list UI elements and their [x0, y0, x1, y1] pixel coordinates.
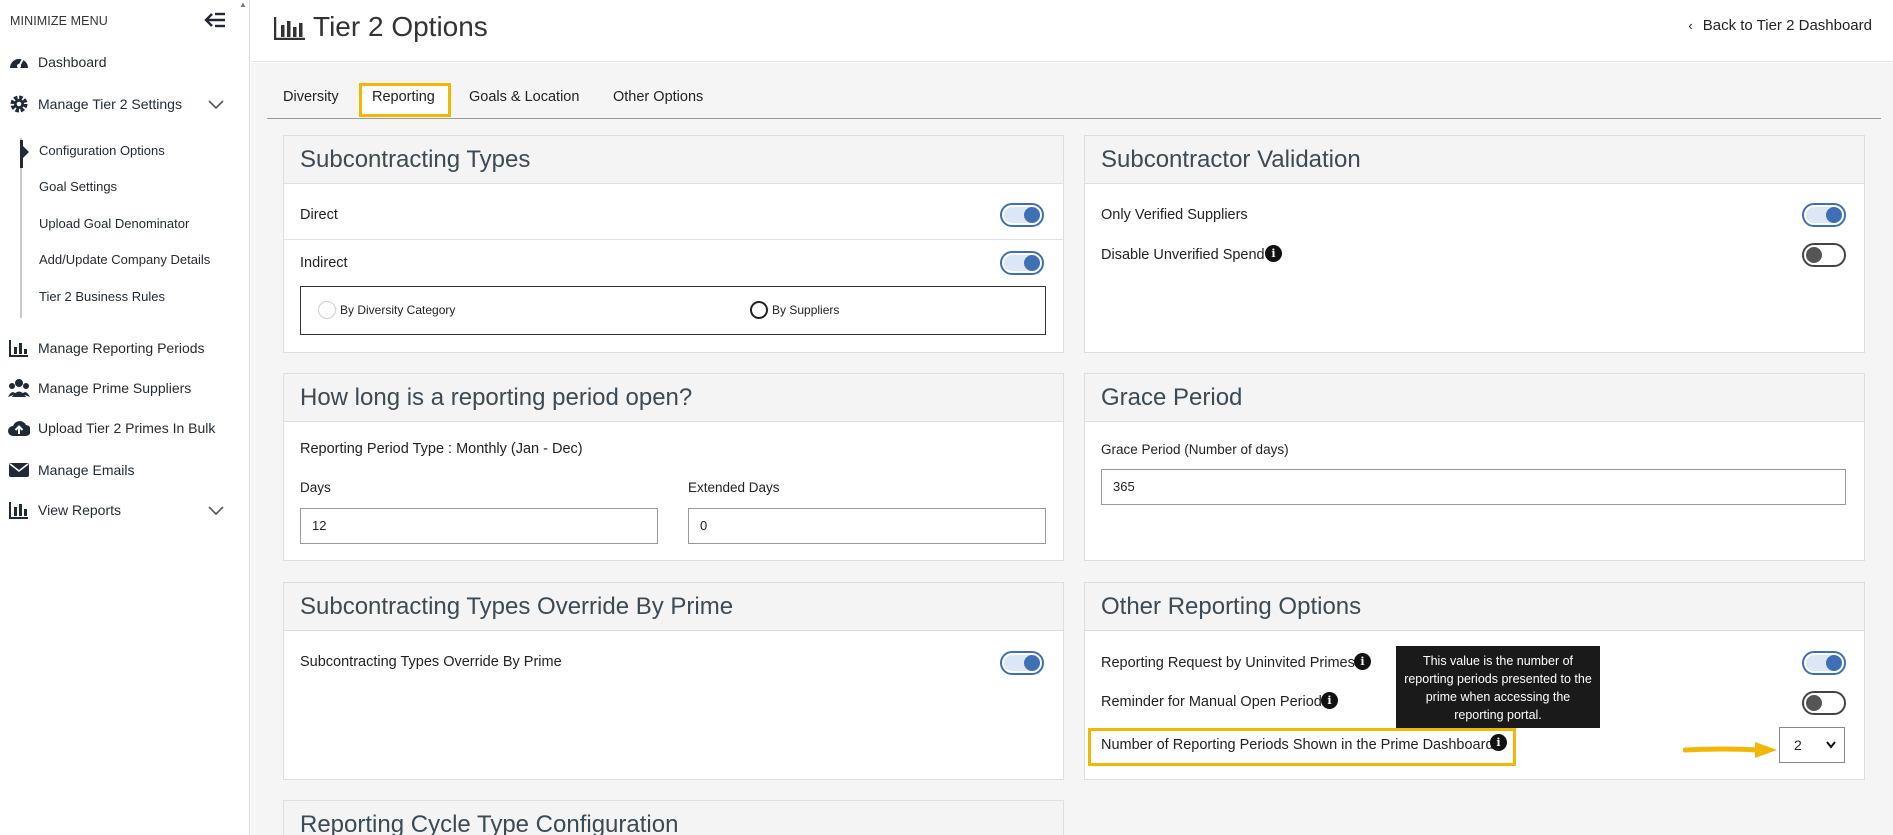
chevron-down-icon[interactable]	[208, 100, 224, 110]
collapse-menu-icon[interactable]	[203, 11, 227, 29]
panel-title: Grace Period	[1085, 374, 1864, 422]
sidebar: ▲ MINIMIZE MENU Dashboard Manage Tier 2 …	[0, 0, 250, 835]
override-panel: Subcontracting Types Override By Prime	[283, 582, 1064, 780]
sidebar-item-upload-primes[interactable]: Upload Tier 2 Primes In Bulk	[8, 418, 215, 438]
panel-title: Other Reporting Options	[1085, 583, 1864, 631]
sidebar-item-label: View Reports	[38, 502, 122, 518]
panel-title: How long is a reporting period open?	[284, 374, 1063, 422]
radio-by-diversity-category-label: By Diversity Category	[340, 303, 456, 317]
gear-icon	[8, 94, 30, 114]
tooltip: This value is the number of reporting pe…	[1396, 646, 1600, 728]
sidebar-item-label: Manage Emails	[38, 462, 135, 478]
submenu-item-upload-goal-denominator[interactable]: Upload Goal Denominator	[39, 216, 189, 231]
reporting-cycle-panel: Reporting Cycle Type Configuration	[283, 800, 1064, 835]
disable-unverified-toggle[interactable]	[1802, 243, 1846, 267]
indirect-label: Indirect	[300, 255, 348, 271]
info-icon[interactable]: i	[1490, 734, 1507, 751]
arrow-right-icon	[1683, 742, 1777, 758]
tab-other-options[interactable]: Other Options	[613, 89, 703, 105]
grace-period-panel: Grace Period	[1084, 373, 1865, 561]
info-icon[interactable]: i	[1354, 653, 1371, 670]
chevron-left-icon: ‹	[1688, 18, 1693, 33]
chevron-down-icon[interactable]	[208, 506, 224, 516]
panel-title: Subcontracting Types	[284, 136, 1063, 184]
days-label: Days	[300, 480, 331, 495]
submenu-item-company-details[interactable]: Add/Update Company Details	[39, 252, 210, 267]
sidebar-item-manage-tier2-settings[interactable]: Manage Tier 2 Settings	[8, 94, 182, 114]
back-link-label: Back to Tier 2 Dashboard	[1702, 17, 1872, 34]
override-toggle[interactable]	[1000, 651, 1044, 675]
periods-shown-select[interactable]: 2	[1779, 727, 1845, 763]
sidebar-item-manage-emails[interactable]: Manage Emails	[8, 460, 135, 480]
people-group-icon	[8, 378, 30, 398]
sidebar-item-view-reports[interactable]: View Reports	[8, 500, 121, 520]
extended-days-input[interactable]: 0	[688, 508, 1046, 544]
panel-title: Reporting Cycle Type Configuration	[284, 801, 1063, 835]
grace-period-input[interactable]: 365	[1101, 469, 1846, 505]
override-label: Subcontracting Types Override By Prime	[300, 654, 562, 670]
submenu-item-business-rules[interactable]: Tier 2 Business Rules	[39, 289, 165, 304]
sidebar-item-label: Manage Prime Suppliers	[38, 380, 192, 396]
uninvited-primes-toggle[interactable]	[1802, 651, 1846, 675]
extended-days-label: Extended Days	[688, 480, 780, 495]
page-header	[251, 0, 1893, 62]
reporting-period-type-text: Reporting Period Type : Monthly (Jan - D…	[300, 441, 583, 457]
bar-chart-icon	[8, 338, 30, 358]
manual-open-reminder-label: Reminder for Manual Open Period	[1101, 694, 1322, 710]
manual-open-reminder-toggle[interactable]	[1802, 691, 1846, 715]
subcontractor-validation-panel: Subcontractor Validation	[1084, 135, 1865, 353]
dashboard-gauge-icon	[8, 52, 30, 72]
indirect-toggle[interactable]	[1000, 251, 1044, 275]
scroll-up-icon[interactable]: ▲	[239, 0, 247, 9]
submenu-active-pointer	[23, 146, 29, 158]
sidebar-item-manage-reporting-periods[interactable]: Manage Reporting Periods	[8, 338, 205, 358]
tab-goals-location[interactable]: Goals & Location	[469, 89, 579, 105]
radio-by-diversity-category[interactable]	[318, 301, 336, 319]
radio-by-suppliers[interactable]	[750, 301, 768, 319]
tab-diversity[interactable]: Diversity	[283, 89, 339, 105]
radio-by-suppliers-label: By Suppliers	[772, 303, 840, 317]
back-to-dashboard-link[interactable]: ‹ Back to Tier 2 Dashboard	[1688, 17, 1872, 34]
panel-title: Subcontracting Types Override By Prime	[284, 583, 1063, 631]
sidebar-item-label: Dashboard	[38, 54, 107, 70]
tab-reporting[interactable]: Reporting	[372, 89, 435, 105]
days-input[interactable]: 12	[300, 508, 658, 544]
only-verified-label: Only Verified Suppliers	[1101, 207, 1248, 223]
direct-toggle[interactable]	[1000, 203, 1044, 227]
sidebar-item-dashboard[interactable]: Dashboard	[8, 52, 107, 72]
disable-unverified-label: Disable Unverified Spend	[1101, 247, 1265, 263]
direct-label: Direct	[300, 207, 338, 223]
sidebar-item-label: Upload Tier 2 Primes In Bulk	[38, 420, 216, 436]
minimize-menu-label[interactable]: MINIMIZE MENU	[10, 14, 108, 28]
panel-title: Subcontractor Validation	[1085, 136, 1864, 184]
envelope-icon	[8, 460, 30, 480]
submenu-item-configuration-options[interactable]: Configuration Options	[39, 143, 165, 158]
report-chart-icon	[8, 500, 30, 520]
only-verified-toggle[interactable]	[1802, 203, 1846, 227]
sidebar-item-label: Manage Reporting Periods	[38, 340, 205, 356]
grace-period-label: Grace Period (Number of days)	[1101, 442, 1289, 457]
bar-chart-icon	[274, 17, 305, 40]
divider	[284, 239, 1063, 240]
info-icon[interactable]: i	[1265, 245, 1282, 262]
select-value: 2	[1794, 737, 1802, 753]
chevron-down-icon	[1826, 741, 1836, 749]
uninvited-primes-label: Reporting Request by Uninvited Primes	[1101, 655, 1355, 671]
sidebar-item-label: Manage Tier 2 Settings	[38, 96, 182, 112]
submenu-item-goal-settings[interactable]: Goal Settings	[39, 179, 117, 194]
sidebar-item-manage-prime-suppliers[interactable]: Manage Prime Suppliers	[8, 378, 191, 398]
cloud-upload-icon	[8, 418, 30, 438]
periods-shown-label: Number of Reporting Periods Shown in the…	[1101, 737, 1494, 753]
page-title: Tier 2 Options	[313, 11, 488, 42]
info-icon[interactable]: i	[1321, 692, 1338, 709]
